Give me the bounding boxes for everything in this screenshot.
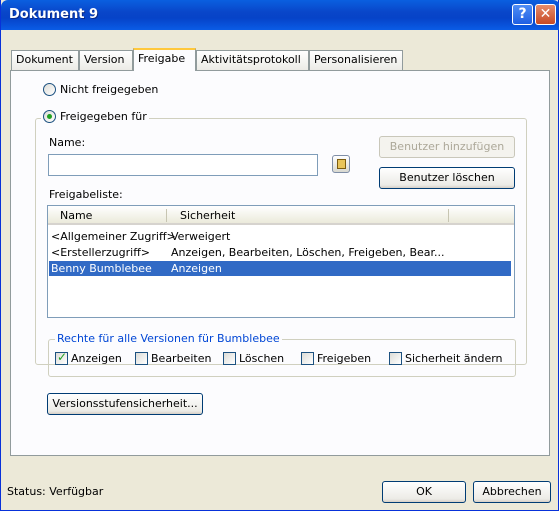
checkbox-indicator [135,352,148,365]
checkbox-indicator [389,352,402,365]
name-label: Name: [49,136,86,149]
remove-user-button[interactable]: Benutzer löschen [379,167,515,189]
row-name: <Erstellerzugriff> [51,246,151,259]
tab-freigabe[interactable]: Freigabe [133,48,196,71]
row-name: Benny Bumblebee [51,262,152,275]
checkbox-indicator-checked [55,350,68,365]
share-list-label: Freigabeliste: [49,188,123,201]
checkbox-share[interactable]: Freigeben [301,352,371,365]
list-header: Name Sicherheit [48,206,514,225]
radio-not-shared[interactable]: Nicht freigegeben [43,83,158,96]
tab-personalisieren[interactable]: Personalisieren [309,50,403,70]
checkbox-label: Sicherheit ändern [405,352,503,365]
share-list[interactable]: Name Sicherheit <Allgemeiner Zugriff> Ve… [47,205,515,318]
radio-label: Freigegeben für [60,110,147,123]
cancel-button[interactable]: Abbrechen [473,481,551,503]
checkbox-label: Anzeigen [71,352,122,365]
column-name[interactable]: Name [60,209,92,222]
radio-indicator-selected [43,110,56,123]
checkbox-label: Löschen [239,352,285,365]
checkbox-label: Bearbeiten [151,352,212,365]
status-text: Status: Verfügbar [7,485,104,498]
name-input[interactable] [48,154,318,176]
address-book-icon [337,159,346,169]
row-security: Anzeigen, Bearbeiten, Löschen, Freigeben… [171,246,445,259]
radio-label: Nicht freigegeben [60,83,159,96]
ok-button[interactable]: OK [382,481,466,503]
column-separator[interactable] [166,209,167,222]
list-row[interactable]: <Erstellerzugriff> Anzeigen, Bearbeiten,… [49,245,511,260]
help-button[interactable]: ? [512,4,533,25]
rights-legend: Rechte für alle Versionen für Bumblebee [55,332,282,345]
close-button[interactable]: ✕ [535,4,556,25]
list-row[interactable]: <Allgemeiner Zugriff> Verweigert [49,229,511,244]
sharing-panel: Nicht freigegeben Freigegeben für Name: … [10,70,550,456]
tab-dokument[interactable]: Dokument [11,50,79,70]
title-bar[interactable]: Dokument 9 ? ✕ [1,0,559,30]
checkbox-indicator [301,352,314,365]
address-book-button[interactable] [332,155,350,173]
checkbox-edit[interactable]: Bearbeiten [135,352,211,365]
tab-version[interactable]: Version [79,50,133,70]
dialog-window: Dokument 9 ? ✕ Dokument Version Freigabe… [0,0,559,511]
list-row-selected[interactable]: Benny Bumblebee Anzeigen [49,261,511,276]
row-security: Verweigert [171,230,231,243]
row-name: <Allgemeiner Zugriff> [51,230,176,243]
checkbox-indicator [223,352,236,365]
checkbox-change-security[interactable]: Sicherheit ändern [389,352,503,365]
checkbox-label: Freigeben [317,352,372,365]
row-security: Anzeigen [171,262,222,275]
column-security[interactable]: Sicherheit [180,209,235,222]
checkbox-view[interactable]: Anzeigen [55,350,122,365]
window-title: Dokument 9 [9,7,99,22]
version-level-security-button[interactable]: Versionsstufensicherheit... [47,393,203,415]
checkbox-delete[interactable]: Löschen [223,352,284,365]
tab-aktivitaetsprotokoll[interactable]: Aktivitätsprotokoll [196,50,309,70]
radio-indicator [43,83,56,96]
radio-shared-for[interactable]: Freigegeben für [41,110,149,123]
add-user-button[interactable]: Benutzer hinzufügen [379,136,515,158]
column-separator[interactable] [448,209,449,222]
